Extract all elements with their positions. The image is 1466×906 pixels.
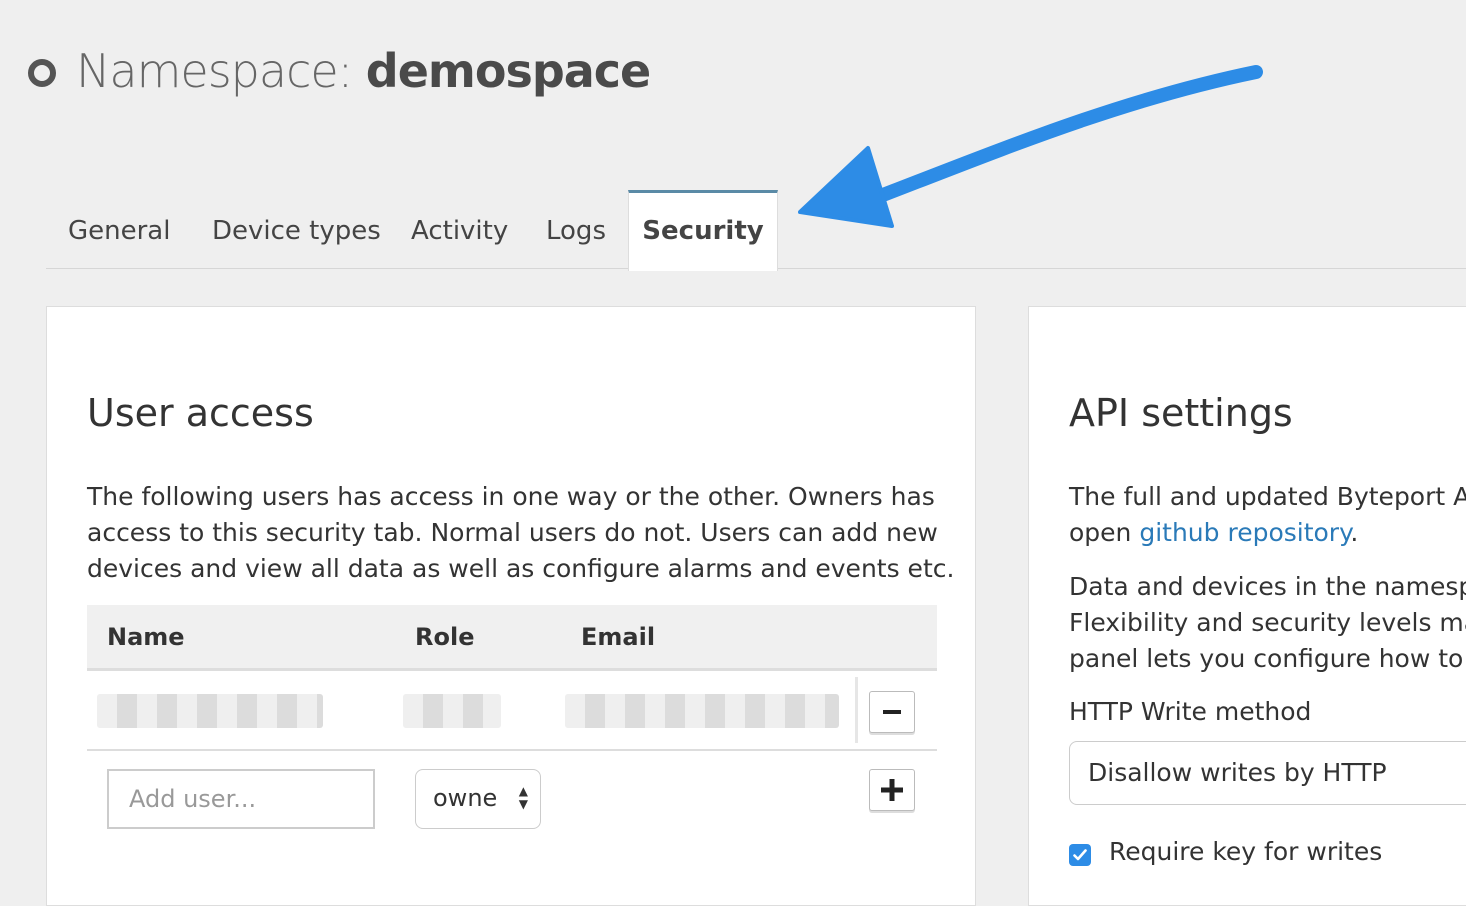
tab-device-types[interactable]: Device types xyxy=(212,190,381,269)
column-name: Name xyxy=(107,623,185,651)
checkmark-icon xyxy=(1073,849,1087,861)
api-docs-line: open github repository. xyxy=(1069,515,1466,551)
plus-icon xyxy=(881,779,903,801)
minus-icon xyxy=(883,710,901,714)
tab-bar: General Device types Activity Logs Secur… xyxy=(46,190,1466,271)
add-user-input[interactable] xyxy=(107,769,375,829)
api-docs-prefix: open xyxy=(1069,518,1140,547)
api-settings-title: API settings xyxy=(1069,391,1293,435)
namespace-name: demospace xyxy=(365,44,651,98)
tab-activity[interactable]: Activity xyxy=(411,190,508,269)
http-write-method-value: Disallow writes by HTTP xyxy=(1088,758,1387,787)
row-separator xyxy=(87,749,937,751)
api-docs-paragraph: The full and updated Byteport AP open gi… xyxy=(1069,479,1466,551)
api-settings-panel: API settings The full and updated Bytepo… xyxy=(1028,306,1466,906)
tab-security[interactable]: Security xyxy=(628,190,778,271)
title-prefix: Namespace: xyxy=(76,44,366,98)
column-role: Role xyxy=(415,623,475,651)
user-access-title: User access xyxy=(87,391,314,435)
add-user-button[interactable] xyxy=(869,769,915,811)
users-table-header: Name Role Email xyxy=(87,605,937,671)
page-title: Namespace: demospace xyxy=(76,44,651,98)
role-select-value: owne xyxy=(433,784,498,812)
select-arrows-icon: ▲ ▼ xyxy=(518,784,528,811)
api-security-paragraph: Data and devices in the namespa Flexibil… xyxy=(1069,569,1466,677)
redacted-name xyxy=(97,694,323,728)
redacted-role xyxy=(403,694,501,728)
description-line: The following users has access in one wa… xyxy=(87,482,935,511)
user-access-panel: User access The following users has acce… xyxy=(46,306,976,906)
api-docs-suffix: . xyxy=(1350,518,1359,547)
http-write-method-label: HTTP Write method xyxy=(1069,697,1312,726)
http-write-method-select[interactable]: Disallow writes by HTTP xyxy=(1069,741,1466,805)
tab-general[interactable]: General xyxy=(68,190,170,269)
tab-logs[interactable]: Logs xyxy=(546,190,606,269)
description-line: access to this security tab. Normal user… xyxy=(87,518,938,547)
require-key-label: Require key for writes xyxy=(1109,837,1383,866)
row-divider xyxy=(855,677,858,743)
description-line: devices and view all data as well as con… xyxy=(87,554,955,583)
role-select[interactable]: owne ▲ ▼ xyxy=(415,769,541,829)
api-security-line: Flexibility and security levels may xyxy=(1069,608,1466,637)
column-email: Email xyxy=(581,623,656,651)
page-header: Namespace: demospace xyxy=(28,44,651,98)
api-security-line: panel lets you configure how to s xyxy=(1069,644,1466,673)
api-docs-line: The full and updated Byteport AP xyxy=(1069,482,1466,511)
remove-user-button[interactable] xyxy=(869,691,915,733)
redacted-email xyxy=(565,694,839,728)
api-security-line: Data and devices in the namespa xyxy=(1069,572,1466,601)
require-key-checkbox[interactable] xyxy=(1069,844,1091,866)
circle-ring-icon xyxy=(28,59,56,87)
github-repository-link[interactable]: github repository xyxy=(1139,518,1350,547)
user-access-description: The following users has access in one wa… xyxy=(87,479,954,587)
